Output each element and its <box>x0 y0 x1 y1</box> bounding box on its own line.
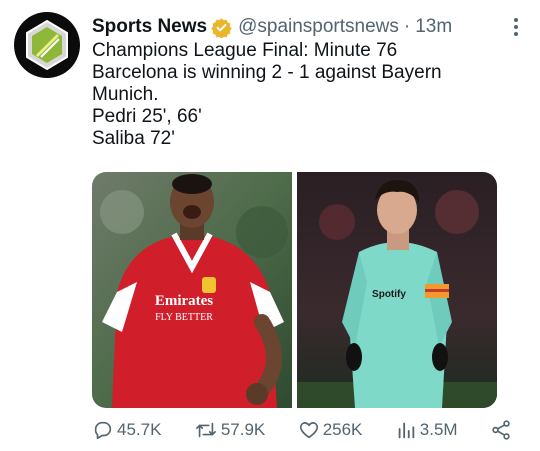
view-count: 3.5M <box>419 420 458 439</box>
share-button[interactable] <box>490 419 512 441</box>
retweet-button[interactable]: 57.9K <box>194 419 265 441</box>
tweet-text-line: Barcelona is winning 2 - 1 against Bayer… <box>92 62 442 83</box>
tweet-text: Champions League Final: Minute 76 Barcel… <box>92 40 522 150</box>
tweet-text-line: Pedri 25', 66' <box>92 106 202 127</box>
reply-icon <box>92 419 114 441</box>
verified-badge-icon <box>211 17 232 38</box>
reply-button[interactable]: 45.7K <box>92 419 161 441</box>
analytics-icon <box>395 419 417 441</box>
author-name[interactable]: Sports News <box>92 16 207 38</box>
shirt-sponsor-text: Emirates <box>155 293 213 309</box>
more-options-icon[interactable] <box>504 15 528 39</box>
photo-left-player[interactable]: Emirates FLY BETTER <box>92 172 292 408</box>
tweet-text-line: Champions League Final: Minute 76 <box>92 40 398 61</box>
like-count: 256K <box>322 420 363 439</box>
like-button[interactable]: 256K <box>298 419 363 441</box>
tweet-timestamp[interactable]: 13m <box>415 16 452 38</box>
shirt-sponsor-text: Spotify <box>372 289 406 300</box>
retweet-count: 57.9K <box>220 420 266 439</box>
shirt-sponsor-subtext: FLY BETTER <box>155 312 213 323</box>
tweet-text-line: Saliba 72' <box>92 128 175 149</box>
heart-icon <box>298 419 320 441</box>
retweet-icon <box>194 419 218 441</box>
tweet-media: Emirates FLY BETTER Spotify <box>92 172 497 408</box>
tweet-text-line: Munich. <box>92 84 159 105</box>
author-handle[interactable]: @spainsportsnews <box>238 16 399 38</box>
share-icon <box>490 419 512 441</box>
views-button[interactable]: 3.5M <box>395 419 458 441</box>
reply-count: 45.7K <box>117 420 162 439</box>
photo-right-player[interactable]: Spotify <box>297 172 497 408</box>
profile-avatar[interactable] <box>14 12 80 78</box>
separator-dot: · <box>403 16 411 37</box>
tweet-header: Sports News @spainsportsnews · 13m <box>92 14 528 40</box>
sports-news-logo-icon <box>26 19 68 71</box>
tweet-actions: 45.7K 57.9K 256K 3.5M <box>92 417 512 443</box>
